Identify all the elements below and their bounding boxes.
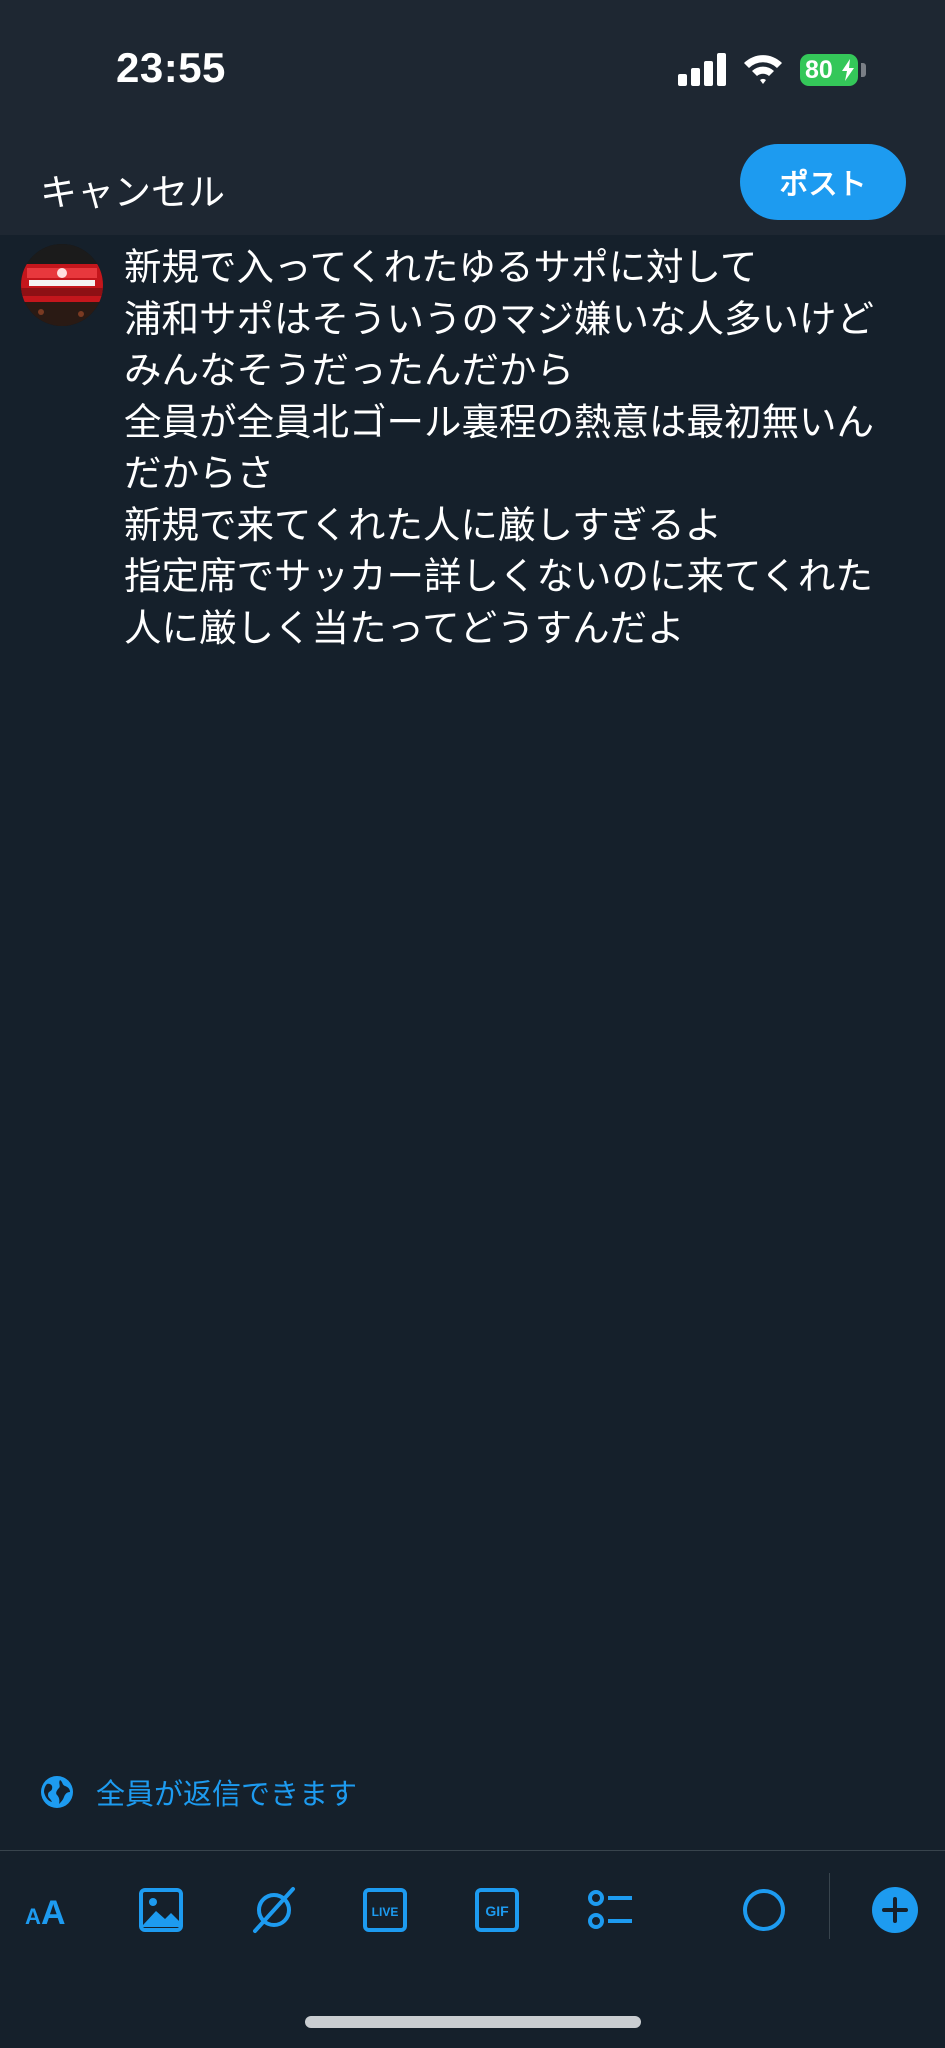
compose-header: キャンセル ポスト <box>0 140 945 235</box>
poll-icon[interactable] <box>580 1881 638 1939</box>
avatar-image <box>21 244 103 326</box>
live-icon-label: LIVE <box>372 1905 399 1919</box>
battery-percent: 80 <box>805 56 833 84</box>
home-indicator[interactable] <box>305 2016 641 2028</box>
reply-settings-label: 全員が返信できます <box>96 1777 358 1811</box>
reply-settings-button[interactable]: 全員が返信できます <box>40 1772 357 1812</box>
image-icon[interactable] <box>132 1881 190 1939</box>
toolbar-separator <box>829 1873 830 1939</box>
grok-icon[interactable] <box>245 1881 303 1939</box>
battery-charging-icon: 80 <box>800 54 858 86</box>
bolt-icon <box>842 59 854 81</box>
gif-icon-label: GIF <box>485 1903 509 1919</box>
signal-icon <box>678 52 728 86</box>
live-icon[interactable]: LIVE <box>356 1881 414 1939</box>
avatar[interactable] <box>21 244 103 326</box>
wifi-icon <box>744 55 782 84</box>
compose-toolbar: A A LIVE GIF <box>0 1851 945 1971</box>
text-size-icon[interactable]: A A <box>20 1881 78 1939</box>
svg-text:A: A <box>41 1894 66 1932</box>
compose-text-area[interactable]: 新規で入ってくれたゆるサポに対して 浦和サポはそういうのマジ嫌いな人多いけど み… <box>124 242 904 654</box>
post-button[interactable]: ポスト <box>740 144 906 220</box>
add-post-icon[interactable] <box>866 1881 924 1939</box>
svg-text:A: A <box>25 1904 41 1929</box>
status-time: 23:55 <box>116 44 226 91</box>
battery-cap <box>861 63 866 77</box>
character-count-icon <box>735 1881 793 1939</box>
status-bar: 23:55 80 <box>0 0 945 140</box>
globe-icon <box>41 1776 73 1808</box>
cancel-button[interactable]: キャンセル <box>40 162 225 216</box>
gif-icon[interactable]: GIF <box>468 1881 526 1939</box>
